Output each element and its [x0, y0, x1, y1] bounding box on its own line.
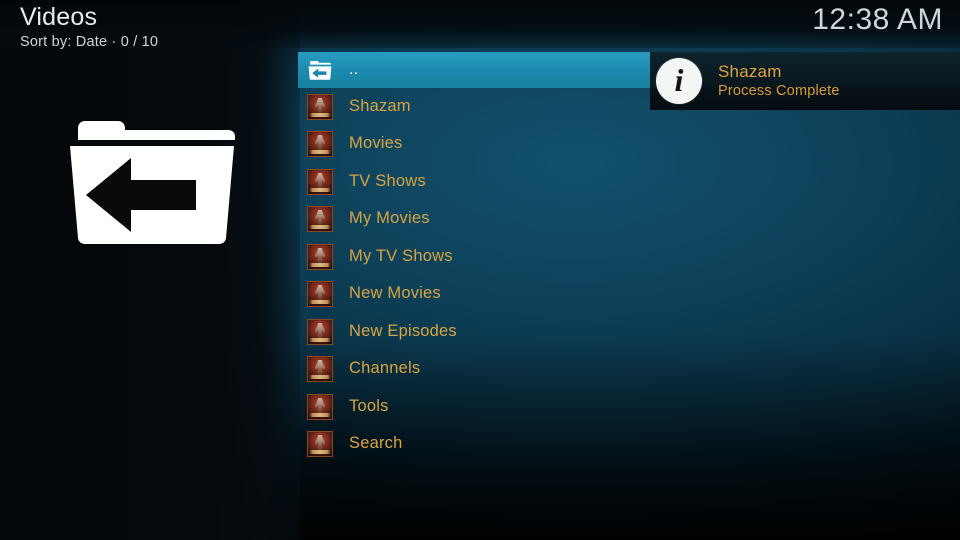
- folder-back-icon: [307, 57, 333, 83]
- item-thumbnail: [307, 130, 333, 157]
- notification-toast[interactable]: i Shazam Process Complete: [650, 52, 960, 110]
- list-item[interactable]: TV Shows: [298, 163, 960, 200]
- item-thumbnail: [307, 205, 333, 232]
- list-item-label: Shazam: [349, 97, 411, 115]
- list-item-label: Channels: [349, 359, 421, 377]
- kodi-screen: Videos Sort by: Date · 0 / 10 12:38 AM .…: [0, 0, 960, 540]
- notification-title: Shazam: [718, 62, 782, 81]
- background-left-panel: [0, 0, 300, 540]
- list-item[interactable]: Tools: [298, 388, 960, 425]
- list-item[interactable]: My TV Shows: [298, 238, 960, 275]
- list-item-label: My Movies: [349, 209, 430, 227]
- item-thumbnail: [307, 318, 333, 345]
- item-thumbnail: [307, 393, 333, 420]
- list-item-label: My TV Shows: [349, 247, 453, 265]
- page-header: Videos Sort by: Date · 0 / 10: [20, 2, 158, 51]
- list-item-label: Movies: [349, 134, 403, 152]
- list-item[interactable]: Search: [298, 425, 960, 462]
- list-item[interactable]: New Episodes: [298, 313, 960, 350]
- list-item[interactable]: My Movies: [298, 200, 960, 237]
- notification-message: Process Complete: [718, 83, 840, 99]
- item-thumbnail: [307, 243, 333, 270]
- item-thumbnail: [307, 168, 333, 195]
- page-title: Videos: [20, 3, 98, 31]
- info-icon: i: [656, 58, 702, 104]
- item-thumbnail: [307, 93, 333, 120]
- list-item-label: TV Shows: [349, 172, 426, 190]
- list-item-label: Tools: [349, 397, 389, 415]
- list-item[interactable]: Movies: [298, 125, 960, 162]
- list-item-label: New Episodes: [349, 322, 457, 340]
- list-item[interactable]: New Movies: [298, 275, 960, 312]
- item-thumbnail: [307, 355, 333, 382]
- list-item-label: ..: [349, 61, 359, 78]
- list-item[interactable]: Channels: [298, 350, 960, 387]
- list-item-label: Search: [349, 434, 403, 452]
- list-item-label: New Movies: [349, 284, 441, 302]
- sort-status-label: Sort by: Date · 0 / 10: [20, 34, 159, 50]
- item-thumbnail: [307, 280, 333, 307]
- notification-text: Shazam Process Complete: [718, 61, 840, 101]
- item-thumbnail: [307, 430, 333, 457]
- folder-back-icon: [62, 110, 242, 245]
